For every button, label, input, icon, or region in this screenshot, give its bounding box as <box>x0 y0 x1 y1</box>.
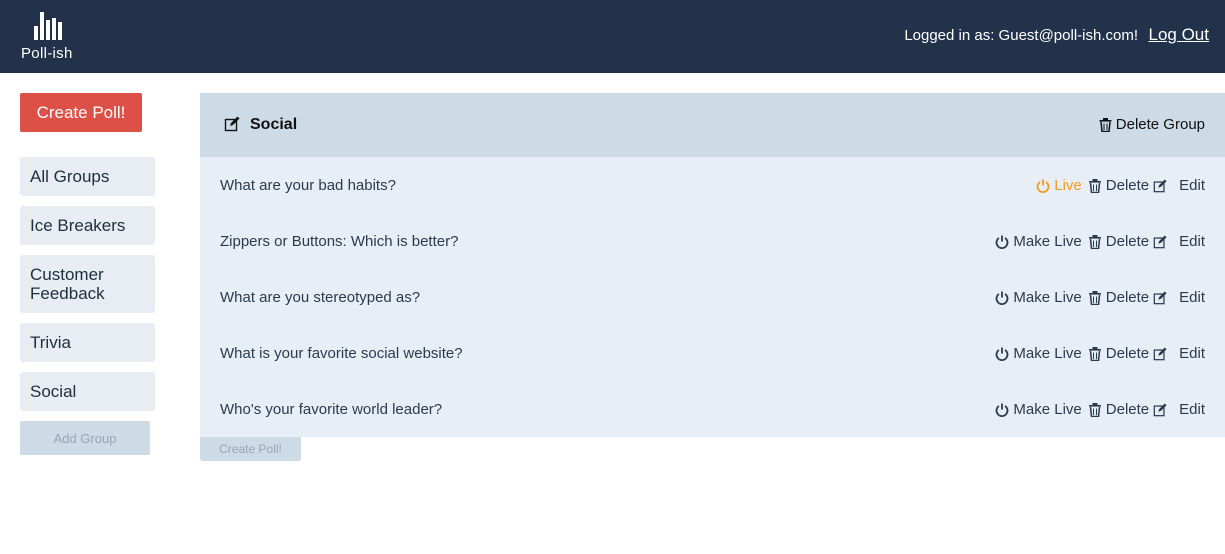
poll-actions: Make Live Delete Edit <box>995 345 1205 362</box>
poll-actions: Make Live Delete Edit <box>995 289 1205 306</box>
make-live-label: Make Live <box>1013 289 1082 306</box>
poll-question: What are you stereotyped as? <box>220 289 421 306</box>
create-poll-in-group-button[interactable]: Create Poll! <box>200 437 301 461</box>
sidebar-item-label: Ice Breakers <box>30 216 126 235</box>
bar-chart-icon <box>34 12 62 40</box>
poll-row: What are your bad habits? Live Delete Ed… <box>200 157 1225 213</box>
power-icon <box>996 347 1009 361</box>
live-toggle[interactable]: Live <box>1036 177 1082 194</box>
poll-list: What are your bad habits? Live Delete Ed… <box>200 157 1225 437</box>
edit-poll-button[interactable]: Edit <box>1153 401 1205 418</box>
edit-icon <box>1153 290 1167 304</box>
delete-label: Delete <box>1105 401 1150 418</box>
add-group-button[interactable]: Add Group <box>20 421 150 455</box>
make-live-label: Make Live <box>1013 345 1082 362</box>
sidebar-item-label: Social <box>30 382 77 401</box>
trash-icon <box>1088 402 1101 417</box>
edit-poll-button[interactable]: Edit <box>1153 233 1205 250</box>
poll-question: What are your bad habits? <box>220 177 396 194</box>
live-label: Live <box>1054 177 1082 194</box>
delete-group-button[interactable]: Delete Group <box>1099 116 1205 133</box>
delete-label: Delete <box>1105 289 1150 306</box>
make-live-button[interactable]: Make Live <box>995 289 1082 306</box>
sidebar-item-label: All Groups <box>30 167 110 186</box>
logout-link[interactable]: Log Out <box>1149 25 1210 45</box>
poll-question: Who's your favorite world leader? <box>220 401 443 418</box>
delete-label: Delete <box>1105 177 1150 194</box>
edit-icon <box>1153 178 1167 192</box>
delete-poll-button[interactable]: Delete <box>1088 345 1149 362</box>
edit-poll-button[interactable]: Edit <box>1153 345 1205 362</box>
delete-group-label: Delete Group <box>1115 116 1205 133</box>
make-live-button[interactable]: Make Live <box>995 401 1082 418</box>
logo[interactable]: Poll-ish <box>20 10 80 64</box>
power-icon <box>1036 179 1050 193</box>
group-header: Social Delete Group <box>200 93 1225 157</box>
power-icon <box>996 235 1009 249</box>
power-icon <box>996 403 1009 417</box>
sidebar-item-all-groups[interactable]: All Groups <box>20 157 155 196</box>
power-icon <box>996 291 1009 305</box>
delete-poll-button[interactable]: Delete <box>1088 289 1149 306</box>
delete-label: Delete <box>1105 233 1150 250</box>
edit-poll-button[interactable]: Edit <box>1153 289 1205 306</box>
poll-row: Zippers or Buttons: Which is better? Mak… <box>200 213 1225 269</box>
delete-poll-button[interactable]: Delete <box>1088 177 1149 194</box>
poll-row: What are you stereotyped as? Make Live D… <box>200 269 1225 325</box>
group-panel: Social Delete Group What are your bad ha… <box>200 93 1225 437</box>
make-live-button[interactable]: Make Live <box>995 233 1082 250</box>
sidebar-item-trivia[interactable]: Trivia <box>20 323 155 362</box>
poll-row: Who's your favorite world leader? Make L… <box>200 381 1225 437</box>
edit-label: Edit <box>1179 177 1205 194</box>
trash-icon <box>1088 178 1101 193</box>
edit-label: Edit <box>1179 345 1205 362</box>
poll-actions: Make Live Delete Edit <box>995 233 1205 250</box>
edit-poll-button[interactable]: Edit <box>1153 177 1205 194</box>
edit-icon <box>1153 402 1167 416</box>
edit-icon[interactable] <box>224 116 240 132</box>
delete-label: Delete <box>1105 345 1150 362</box>
edit-icon <box>1153 346 1167 360</box>
sidebar-item-customer-feedback[interactable]: Customer Feedback <box>20 255 155 313</box>
make-live-label: Make Live <box>1013 233 1082 250</box>
poll-question: Zippers or Buttons: Which is better? <box>220 233 459 250</box>
sidebar-item-label: Customer Feedback <box>30 265 105 303</box>
edit-icon <box>1153 234 1167 248</box>
trash-icon <box>1088 290 1101 305</box>
group-title: Social <box>250 116 298 133</box>
delete-poll-button[interactable]: Delete <box>1088 233 1149 250</box>
delete-poll-button[interactable]: Delete <box>1088 401 1149 418</box>
sidebar-item-label: Trivia <box>30 333 71 352</box>
edit-label: Edit <box>1179 233 1205 250</box>
create-poll-button[interactable]: Create Poll! <box>20 93 142 132</box>
poll-actions: Live Delete Edit <box>1036 177 1205 194</box>
poll-actions: Make Live Delete Edit <box>995 401 1205 418</box>
poll-question: What is your favorite social website? <box>220 345 463 362</box>
trash-icon <box>1099 117 1112 132</box>
edit-label: Edit <box>1179 289 1205 306</box>
user-info: Logged in as: Guest@poll-ish.com! <box>904 27 1138 44</box>
sidebar-item-social[interactable]: Social <box>20 372 155 411</box>
make-live-button[interactable]: Make Live <box>995 345 1082 362</box>
edit-label: Edit <box>1179 401 1205 418</box>
make-live-label: Make Live <box>1013 401 1082 418</box>
logo-text: Poll-ish <box>21 45 73 62</box>
poll-row: What is your favorite social website? Ma… <box>200 325 1225 381</box>
trash-icon <box>1088 234 1101 249</box>
app-header: Poll-ish Logged in as: Guest@poll-ish.co… <box>0 0 1225 73</box>
trash-icon <box>1088 346 1101 361</box>
sidebar-item-ice-breakers[interactable]: Ice Breakers <box>20 206 155 245</box>
